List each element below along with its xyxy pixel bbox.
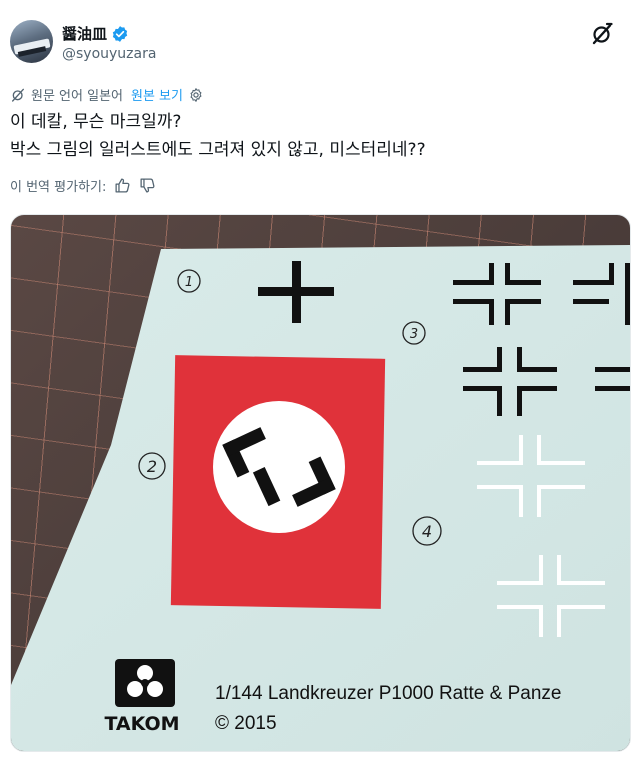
tweet-post: 醤油皿 @syouyuzara 원문 언어 일본어 원본 보기 이 데칼, 무슨… <box>0 0 638 758</box>
decal-number-1: 1 <box>185 275 193 290</box>
tweet-text-line-2: 박스 그림의 일러스트에도 그려져 있지 않고, 미스터리네?? <box>10 140 426 160</box>
tweet-photo[interactable]: 1 3 2 4 TAKOM 1/144 Landkreuzer P1000 Ra… <box>10 214 631 752</box>
show-original-link[interactable]: 원본 보기 <box>131 85 183 104</box>
gear-icon[interactable] <box>188 87 204 103</box>
tweet-text: 이 데칼, 무슨 마크일까? 박스 그림의 일러스트에도 그려져 있지 않고, … <box>10 108 426 164</box>
brand-label: TAKOM <box>104 713 179 735</box>
tweet-text-line-1: 이 데칼, 무슨 마크일까? <box>10 112 182 132</box>
user-handle[interactable]: @syouyuzara <box>62 46 156 62</box>
decal-number-3: 3 <box>410 327 418 342</box>
decal-sheet-image: 1 3 2 4 TAKOM 1/144 Landkreuzer P1000 Ra… <box>11 245 630 751</box>
product-label: 1/144 Landkreuzer P1000 Ratte & Panze <box>215 683 561 704</box>
display-name[interactable]: 醤油皿 <box>62 23 107 44</box>
grok-small-icon <box>12 88 24 102</box>
grok-icon[interactable] <box>590 22 614 46</box>
verified-badge-icon <box>112 25 128 42</box>
decal-number-4: 4 <box>422 522 432 541</box>
copyright-label: © 2015 <box>215 713 277 734</box>
thumbs-up-icon[interactable] <box>114 177 131 194</box>
thumbs-down-icon[interactable] <box>139 177 156 194</box>
rate-translation-label: 이 번역 평가하기: <box>10 180 107 195</box>
author-name-row: 醤油皿 <box>62 23 129 44</box>
decal-number-2: 2 <box>147 457 157 476</box>
translation-source-label: 원문 언어 일본어 <box>31 89 123 104</box>
rate-translation: 이 번역 평가하기: <box>10 176 156 195</box>
translation-notice: 원문 언어 일본어 원본 보기 <box>10 85 204 104</box>
takom-logo: TAKOM <box>104 659 180 735</box>
avatar[interactable] <box>10 20 53 63</box>
